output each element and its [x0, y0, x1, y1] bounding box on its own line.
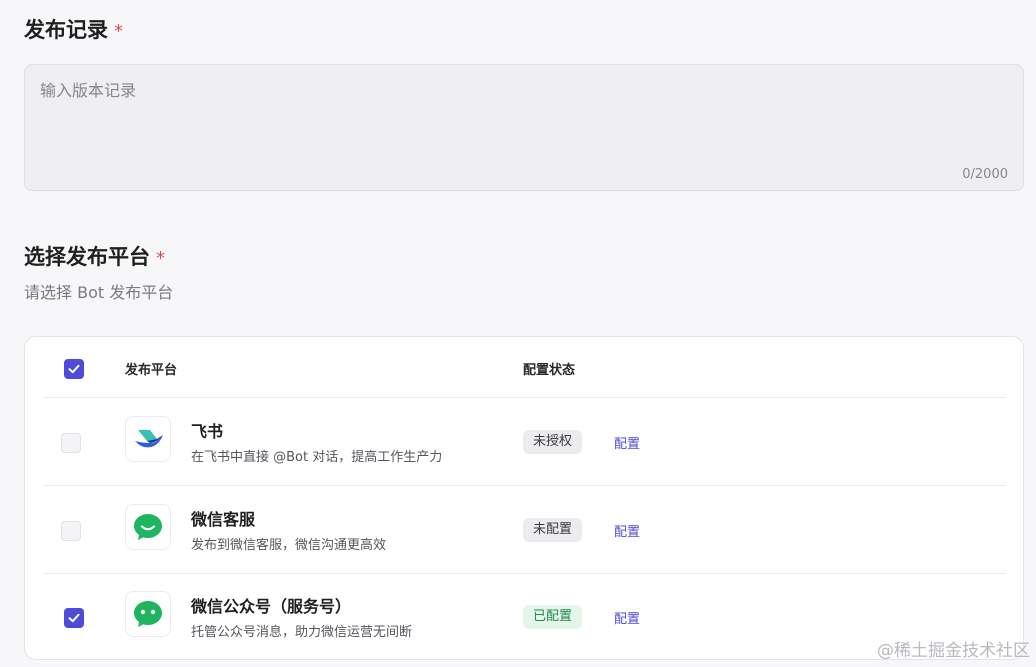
check-icon	[68, 364, 80, 374]
row-checkbox[interactable]	[64, 608, 84, 628]
row-checkbox[interactable]	[61, 433, 81, 453]
platform-name: 微信公众号（服务号）	[191, 597, 352, 616]
required-mark: *	[156, 248, 165, 269]
watermark: @稀土掘金技术社区	[877, 641, 1030, 661]
char-counter: 0/2000	[962, 167, 1008, 182]
status-badge: 已配置	[523, 605, 583, 629]
configure-link[interactable]: 配置	[614, 608, 640, 627]
row-checkbox[interactable]	[61, 521, 81, 541]
select-all-checkbox[interactable]	[64, 359, 84, 379]
table-row-feishu: 飞书 在飞书中直接 @Bot 对话，提高工作生产力 未授权 配置	[25, 398, 1023, 486]
table-header: 发布平台 配置状态	[25, 337, 1023, 398]
check-icon	[68, 613, 80, 623]
release-notes-placeholder: 输入版本记录	[40, 81, 137, 100]
platform-section-subtitle: 请选择 Bot 发布平台	[24, 283, 174, 302]
publish-page: 发布记录 * 输入版本记录 0/2000 选择发布平台 * 请选择 Bot 发布平台…	[0, 0, 1036, 667]
platform-desc: 在飞书中直接 @Bot 对话，提高工作生产力	[191, 450, 443, 465]
table-row-wechat-mp: 微信公众号（服务号） 托管公众号消息，助力微信运营无间断 已配置 配置	[25, 573, 1023, 661]
feishu-icon	[125, 416, 171, 462]
release-record-title-text: 发布记录	[24, 18, 108, 42]
platform-name: 飞书	[191, 422, 224, 441]
configure-link[interactable]: 配置	[614, 521, 640, 540]
status-badge: 未授权	[523, 430, 583, 454]
release-notes-textarea[interactable]: 输入版本记录 0/2000	[24, 64, 1024, 191]
platform-desc: 发布到微信客服，微信沟通更高效	[191, 538, 387, 553]
required-mark: *	[114, 21, 123, 42]
release-record-title: 发布记录 *	[24, 16, 123, 46]
status-badge: 未配置	[523, 518, 583, 542]
wechat-official-account-icon	[125, 591, 171, 637]
platform-section-title-text: 选择发布平台	[24, 245, 150, 269]
column-header-platform: 发布平台	[125, 363, 178, 378]
wechat-customer-service-icon	[125, 504, 171, 550]
platform-section-title: 选择发布平台 *	[24, 243, 165, 273]
platform-desc: 托管公众号消息，助力微信运营无间断	[191, 625, 413, 640]
table-row-wechat-kf: 微信客服 发布到微信客服，微信沟通更高效 未配置 配置	[25, 486, 1023, 574]
platform-name: 微信客服	[191, 510, 256, 529]
platform-table: 发布平台 配置状态 飞书 在飞书中直接 @Bot 对话，提高工作生产力 未授权 …	[24, 336, 1024, 660]
configure-link[interactable]: 配置	[614, 433, 640, 452]
column-header-status: 配置状态	[523, 363, 576, 378]
